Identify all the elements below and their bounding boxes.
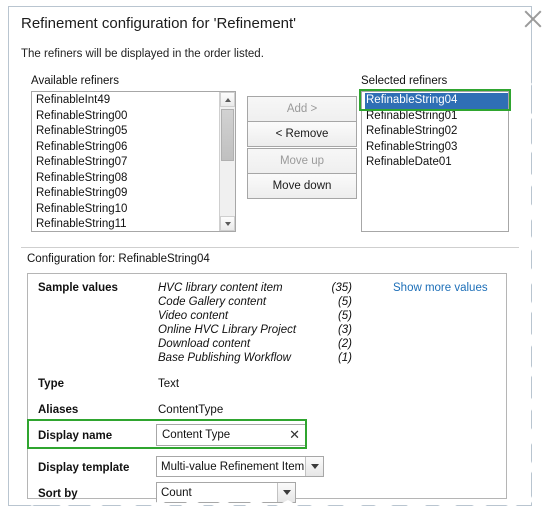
sample-value-count: (1) [337, 352, 352, 364]
list-item[interactable]: RefinableInt49 [35, 93, 235, 109]
scroll-up-arrow-icon[interactable] [220, 92, 235, 107]
display-name-input[interactable]: Content Type ✕ [156, 424, 306, 446]
dialog-subtitle: The refiners will be displayed in the or… [21, 48, 264, 60]
display-template-select[interactable]: Multi-value Refinement Item [156, 456, 324, 477]
list-item[interactable]: RefinableString03 [365, 140, 508, 156]
section-divider [21, 247, 519, 248]
available-refiners-listbox[interactable]: RefinableInt49 RefinableString00 Refinab… [31, 91, 236, 232]
chevron-down-icon[interactable] [277, 483, 295, 502]
list-item[interactable]: RefinableDate01 [365, 155, 508, 171]
list-item[interactable]: RefinableString00 [35, 109, 235, 125]
list-item[interactable]: RefinableString01 [365, 109, 508, 125]
list-item[interactable]: RefinableString11 [35, 217, 235, 231]
sample-value-name: Code Gallery content [158, 296, 267, 308]
type-label: Type [38, 378, 64, 390]
list-item[interactable]: RefinableString02 [365, 124, 508, 140]
display-template-value: Multi-value Refinement Item [161, 460, 305, 473]
type-value: Text [158, 378, 180, 390]
move-down-button[interactable]: Move down [247, 173, 357, 199]
available-refiners-items: RefinableInt49 RefinableString00 Refinab… [32, 92, 235, 231]
aliases-value: ContentType [158, 404, 224, 416]
available-list-scrollbar[interactable] [219, 92, 235, 231]
sample-values-label: Sample values [38, 282, 118, 294]
sort-by-value: Count [161, 486, 192, 499]
list-item[interactable]: RefinableString08 [35, 171, 235, 187]
remove-button[interactable]: < Remove [247, 121, 357, 147]
show-more-values-link[interactable]: Show more values [393, 282, 488, 294]
sample-value-name: Video content [158, 310, 229, 322]
display-name-value: Content Type [162, 429, 231, 441]
sample-value-name: Online HVC Library Project [158, 324, 297, 336]
sample-value-name: Base Publishing Workflow [158, 352, 291, 364]
list-item[interactable]: RefinableString09 [35, 186, 235, 202]
selected-refiners-label: Selected refiners [361, 75, 448, 87]
scroll-down-arrow-icon[interactable] [220, 216, 235, 231]
add-button[interactable]: Add > [247, 96, 357, 122]
refinement-configuration-dialog: Refinement configuration for 'Refinement… [8, 6, 532, 506]
move-up-button[interactable]: Move up [247, 148, 357, 174]
list-item[interactable]: RefinableString07 [35, 155, 235, 171]
configuration-panel: Sample values Show more values HVC libra… [27, 273, 507, 503]
scrollbar-thumb[interactable] [221, 109, 234, 161]
display-name-label: Display name [38, 430, 113, 442]
list-item[interactable]: RefinableString05 [35, 124, 235, 140]
sample-value-name: HVC library content item [158, 282, 283, 294]
list-item[interactable]: RefinableString10 [35, 202, 235, 218]
selected-refiners-listbox[interactable]: RefinableString04 RefinableString01 Refi… [361, 91, 509, 232]
selected-refiners-items: RefinableString04 RefinableString01 Refi… [362, 92, 508, 231]
configuration-heading: Configuration for: RefinableString04 [27, 253, 210, 265]
close-x-icon[interactable] [522, 8, 544, 30]
display-template-label: Display template [38, 462, 130, 474]
sample-value-count: (5) [337, 296, 352, 308]
clear-x-icon[interactable]: ✕ [289, 428, 300, 442]
available-refiners-label: Available refiners [31, 75, 120, 87]
sample-value-count: (35) [331, 282, 352, 294]
sample-value-count: (2) [337, 338, 352, 350]
sample-value-count: (3) [337, 324, 352, 336]
chevron-down-icon[interactable] [305, 457, 323, 476]
sort-by-label: Sort by [38, 488, 78, 500]
sample-value-name: Download content [158, 338, 251, 350]
aliases-label: Aliases [38, 404, 79, 416]
sort-by-select[interactable]: Count [156, 482, 296, 503]
dialog-title: Refinement configuration for 'Refinement… [21, 15, 297, 32]
list-item[interactable]: RefinableString06 [35, 140, 235, 156]
sample-value-count: (5) [337, 310, 352, 322]
list-item[interactable]: RefinableString04 [365, 93, 508, 109]
